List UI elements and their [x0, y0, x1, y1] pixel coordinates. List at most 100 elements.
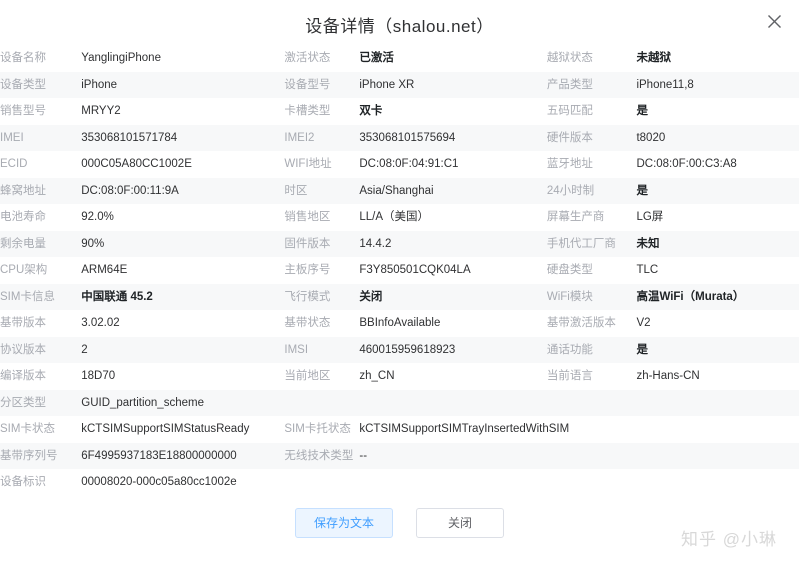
field-value: 460015959618923	[359, 343, 456, 356]
field-value: LL/A（美国）	[359, 211, 430, 223]
field-value: zh_CN	[359, 370, 395, 382]
table-row: 基带版本 3.02.02 基带状态 BBInfoAvailable 基带激活版本 V2	[0, 310, 799, 337]
dialog-footer: 保存为文本 关闭	[0, 508, 799, 538]
field-label: 越狱状态	[546, 52, 593, 64]
table-row: 基带序列号 6F4995937183E18800000000 无线技术类型 --	[0, 442, 799, 469]
field-value: 18D70	[81, 370, 116, 382]
field-value: LG屏	[636, 211, 664, 223]
field-value: DC:08:0F:00:C3:A8	[636, 158, 737, 170]
field-label: 时区	[284, 184, 308, 197]
field-label: SIM卡信息	[0, 290, 55, 303]
field-label: 分区类型	[0, 396, 46, 409]
field-value: kCTSIMSupportSIMStatusReady	[81, 423, 250, 435]
field-label: 飞行模式	[284, 290, 331, 303]
field-label: 当前语言	[546, 370, 593, 382]
field-label: 设备名称	[0, 52, 46, 64]
field-label: 主板序号	[284, 264, 331, 276]
field-value: Asia/Shanghai	[359, 184, 434, 197]
field-value: zh-Hans-CN	[636, 370, 700, 382]
field-value: 00008020-000c05a80cc1002e	[81, 476, 237, 488]
device-info-table: 设备名称 YanglingiPhone 激活状态 已激活 越狱状态 未越狱设备类型 iPho…	[0, 45, 799, 496]
field-label: 产品类型	[546, 78, 593, 91]
field-label: 24小时制	[546, 184, 595, 197]
table-row: 蜂窝地址 DC:08:0F:00:11:9A 时区 Asia/Shanghai 24小时…	[0, 177, 799, 204]
field-value: F3Y850501CQK04LA	[359, 264, 471, 276]
close-icon[interactable]	[763, 10, 785, 32]
field-value: 是	[636, 184, 648, 197]
field-label: 设备型号	[284, 78, 331, 91]
field-value: 未知	[636, 237, 660, 250]
field-label: 设备标识	[0, 476, 46, 488]
field-value: 已激活	[359, 52, 394, 64]
table-row: 销售型号 MRYY2 卡槽类型 双卡 五码匹配 是	[0, 98, 799, 125]
field-label: 硬盘类型	[546, 264, 593, 276]
field-label: 协议版本	[0, 343, 46, 356]
device-details-dialog: 设备详情（shalou.net） 设备名称 YanglingiPhone 激活状态 已…	[0, 0, 799, 564]
save-as-text-button[interactable]: 保存为文本	[294, 508, 393, 538]
field-label: 基带激活版本	[546, 317, 616, 329]
field-value: --	[359, 449, 368, 462]
field-value: DC:08:0F:00:11:9A	[81, 184, 179, 197]
field-label: IMSI	[284, 343, 309, 356]
field-value: ARM64E	[81, 264, 128, 276]
field-value: 353068101575694	[359, 131, 456, 144]
field-value: 90%	[81, 237, 105, 250]
table-row: 电池寿命 92.0% 销售地区 LL/A（美国） 屏幕生产商 LG屏	[0, 204, 799, 231]
field-label: ECID	[0, 158, 28, 170]
field-label: 手机代工厂商	[546, 237, 616, 250]
field-label: SIM卡状态	[0, 423, 55, 435]
table-row: 设备类型 iPhone 设备型号 iPhone XR 产品类型 iPhone11,8	[0, 71, 799, 98]
table-row: SIM卡状态 kCTSIMSupportSIMStatusReady SIM卡托状态…	[0, 416, 799, 443]
close-button[interactable]: 关闭	[416, 508, 504, 538]
dialog-header: 设备详情（shalou.net）	[0, 0, 799, 44]
field-value: MRYY2	[81, 105, 121, 117]
field-value: 6F4995937183E18800000000	[81, 449, 237, 462]
field-label: 通话功能	[546, 343, 593, 356]
field-label: 卡槽类型	[284, 105, 331, 117]
field-value: 000C05A80CC1002E	[81, 158, 192, 170]
field-label: 基带版本	[0, 317, 46, 329]
field-value: 高温WiFi（Murata）	[636, 290, 745, 303]
field-label: 编译版本	[0, 370, 46, 382]
field-label: 屏幕生产商	[546, 211, 605, 223]
field-label: 固件版本	[284, 237, 331, 250]
field-label: IMEI	[0, 131, 24, 144]
table-row: 剩余电量 90% 固件版本 14.4.2 手机代工厂商 未知	[0, 230, 799, 257]
table-row: 编译版本 18D70 当前地区 zh_CN 当前语言 zh-Hans-CN	[0, 363, 799, 390]
watermark: 知乎 @小琳	[681, 530, 777, 549]
table-row: SIM卡信息 中国联通 45.2 飞行模式 关闭 WiFi模块 高温WiFi（Murata…	[0, 283, 799, 310]
field-value: 未越狱	[636, 52, 671, 64]
table-row: 设备名称 YanglingiPhone 激活状态 已激活 越狱状态 未越狱	[0, 45, 799, 72]
field-label: 设备类型	[0, 78, 46, 91]
field-label: 硬件版本	[546, 131, 593, 144]
field-value: V2	[636, 317, 651, 329]
field-label: 基带状态	[284, 317, 331, 329]
field-value: t8020	[636, 131, 666, 144]
field-value: 353068101571784	[81, 131, 178, 144]
field-value: 是	[636, 105, 648, 117]
field-label: 基带序列号	[0, 449, 58, 462]
field-label: WiFi模块	[546, 290, 593, 303]
field-value: kCTSIMSupportSIMTrayInsertedWithSIM	[359, 423, 570, 435]
table-row: CPU架构 ARM64E 主板序号 F3Y850501CQK04LA 硬盘类型 TLC	[0, 257, 799, 284]
table-row: IMEI 353068101571784 IMEI2 353068101575694 硬…	[0, 124, 799, 151]
field-value: 双卡	[359, 105, 383, 117]
table-row: 协议版本 2 IMSI 460015959618923 通话功能 是	[0, 336, 799, 363]
field-value: 关闭	[359, 290, 383, 303]
field-label: 蜂窝地址	[0, 184, 46, 197]
field-label: 剩余电量	[0, 237, 46, 250]
field-value: iPhone11,8	[636, 78, 694, 91]
field-label: 电池寿命	[0, 211, 46, 223]
field-label: WIFI地址	[284, 158, 332, 170]
field-label: 五码匹配	[546, 105, 593, 117]
field-value: YanglingiPhone	[81, 52, 161, 64]
field-value: 3.02.02	[81, 317, 120, 329]
field-value: 14.4.2	[359, 237, 392, 250]
field-value: TLC	[636, 264, 659, 276]
field-value: iPhone	[81, 78, 118, 91]
field-label: CPU架构	[0, 264, 48, 276]
field-value: 92.0%	[81, 211, 114, 223]
field-label: 激活状态	[284, 52, 331, 64]
field-label: 无线技术类型	[284, 449, 354, 462]
field-value: 是	[636, 343, 648, 356]
